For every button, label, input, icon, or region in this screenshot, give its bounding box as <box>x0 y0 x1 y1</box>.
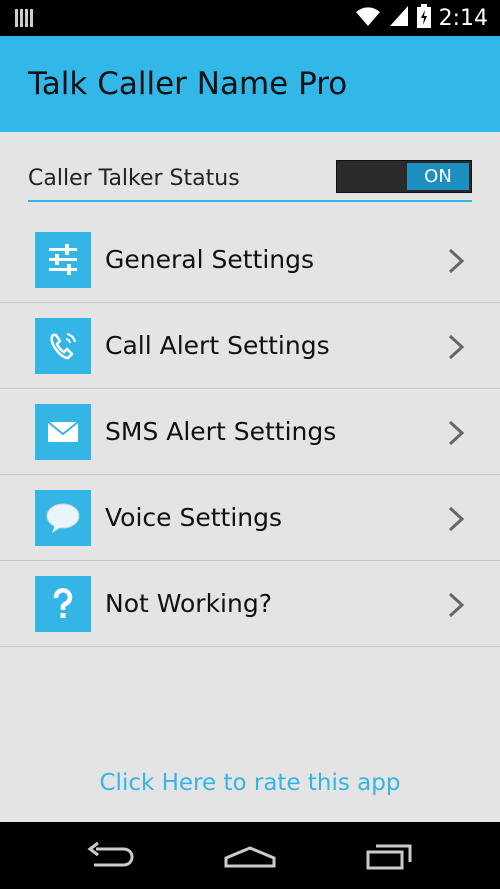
status-row-divider <box>28 200 472 202</box>
chevron-right-icon <box>446 505 466 533</box>
menu-item-label: SMS Alert Settings <box>105 417 337 446</box>
back-icon[interactable] <box>84 840 144 872</box>
menu-item-sms-alert-settings[interactable]: SMS Alert Settings <box>0 389 500 475</box>
phone-icon <box>35 318 91 374</box>
question-icon <box>35 576 91 632</box>
menu-item-label: General Settings <box>105 245 315 274</box>
navigation-bar <box>0 822 500 889</box>
speech-bubble-icon <box>35 490 91 546</box>
recent-apps-icon[interactable] <box>364 840 424 872</box>
sliders-icon <box>35 232 91 288</box>
menu-item-general-settings[interactable]: General Settings <box>0 217 500 303</box>
chevron-right-icon <box>446 419 466 447</box>
signal-icon <box>389 5 409 32</box>
notification-bars-icon <box>14 8 34 28</box>
chevron-right-icon <box>446 247 466 275</box>
wifi-icon <box>355 5 381 32</box>
app-title: Talk Caller Name Pro <box>28 66 348 102</box>
rate-app-link[interactable]: Click Here to rate this app <box>0 770 500 796</box>
home-icon[interactable] <box>222 840 282 872</box>
chevron-right-icon <box>446 591 466 619</box>
settings-menu: General Settings Call Alert Settings SMS… <box>0 217 500 647</box>
status-bar: 2:14 <box>0 0 500 36</box>
caller-talker-toggle[interactable]: ON <box>336 160 472 193</box>
menu-item-label: Voice Settings <box>105 503 283 532</box>
menu-item-label: Call Alert Settings <box>105 331 330 360</box>
menu-item-voice-settings[interactable]: Voice Settings <box>0 475 500 561</box>
menu-item-not-working[interactable]: Not Working? <box>0 561 500 647</box>
chevron-right-icon <box>446 333 466 361</box>
battery-icon <box>416 3 431 33</box>
envelope-icon <box>35 404 91 460</box>
caller-talker-status-row: Caller Talker Status ON <box>28 160 472 204</box>
clock: 2:14 <box>438 5 488 31</box>
action-bar: Talk Caller Name Pro <box>0 36 500 132</box>
caller-talker-status-label: Caller Talker Status <box>28 166 240 191</box>
menu-item-label: Not Working? <box>105 589 272 618</box>
toggle-on-label: ON <box>407 163 469 190</box>
menu-item-call-alert-settings[interactable]: Call Alert Settings <box>0 303 500 389</box>
